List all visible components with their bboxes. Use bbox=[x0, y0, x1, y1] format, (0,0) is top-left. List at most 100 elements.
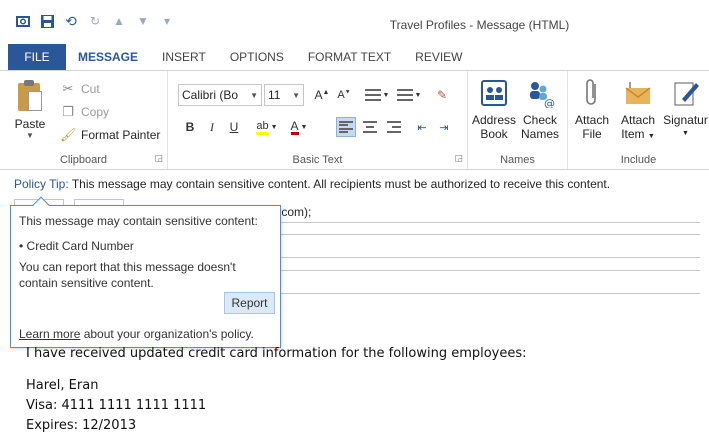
popup-footer: Learn more about your organization's pol… bbox=[19, 327, 254, 341]
signature-icon bbox=[670, 77, 702, 109]
decrease-indent-icon: ⇤ bbox=[417, 121, 427, 134]
copy-icon: ❐ bbox=[62, 104, 74, 119]
font-color-icon: A bbox=[290, 118, 299, 135]
attach-file-label-line2: File bbox=[582, 127, 602, 141]
numbering-button[interactable]: ▼ bbox=[394, 85, 424, 105]
paste-button[interactable]: Paste ▼ bbox=[10, 77, 50, 143]
align-right-icon bbox=[387, 121, 401, 133]
tab-insert[interactable]: INSERT bbox=[150, 44, 218, 70]
chevron-down-icon: ▼ bbox=[647, 133, 655, 140]
names-group: Address Book @ Check Names Names bbox=[468, 71, 568, 169]
card-expiry: Expires: 12/2013 bbox=[26, 418, 137, 433]
shrink-font-icon: A▼ bbox=[337, 89, 351, 101]
chevron-down-icon: ▼ bbox=[682, 130, 689, 137]
learn-more-link[interactable]: Learn more bbox=[19, 327, 80, 341]
tab-options[interactable]: OPTIONS bbox=[218, 44, 296, 70]
title-bar: ⟲ ↻ ▲ ▼ ▾ Travel Profiles - Message (HTM… bbox=[0, 0, 709, 44]
cut-button[interactable]: ✂ Cut bbox=[60, 79, 100, 99]
decrease-indent-button[interactable]: ⇤ bbox=[412, 117, 432, 137]
signature-label: Signatur bbox=[663, 113, 708, 127]
copy-button[interactable]: ❐ Copy bbox=[60, 102, 109, 122]
align-left-button[interactable] bbox=[336, 117, 356, 137]
to-field-value[interactable]: .com); bbox=[278, 205, 311, 219]
paste-icon bbox=[16, 79, 44, 113]
address-book-label-line2: Book bbox=[480, 127, 508, 141]
attach-item-label-line1: Attach bbox=[620, 113, 656, 127]
italic-button[interactable]: I bbox=[202, 117, 222, 137]
align-left-icon bbox=[339, 121, 353, 133]
font-name-select[interactable]: Calibri (Bo ▼ bbox=[178, 84, 262, 106]
bold-button[interactable]: B bbox=[180, 117, 200, 137]
check-names-icon: @ bbox=[524, 77, 556, 109]
align-center-icon bbox=[363, 121, 377, 133]
svg-text:@: @ bbox=[544, 97, 555, 108]
policy-tip-popup: This message may contain sensitive conte… bbox=[10, 196, 281, 348]
paperclip-icon bbox=[576, 77, 608, 109]
align-center-button[interactable] bbox=[360, 117, 380, 137]
popup-header: This message may contain sensitive conte… bbox=[19, 214, 258, 228]
address-book-label-line1: Address bbox=[472, 113, 517, 127]
underline-button[interactable]: U bbox=[224, 117, 244, 137]
tab-format-text[interactable]: FORMAT TEXT bbox=[296, 44, 403, 70]
signature-button[interactable]: Signatur ▼ bbox=[662, 77, 709, 141]
message-body[interactable]: I have received updated credit card info… bbox=[26, 344, 527, 436]
shrink-font-button[interactable]: A▼ bbox=[334, 85, 354, 105]
bullets-button[interactable]: ▼ bbox=[362, 85, 392, 105]
attach-file-button[interactable]: Attach File bbox=[572, 77, 612, 141]
employee-name: Harel, Eran bbox=[26, 378, 99, 393]
bullets-icon bbox=[364, 89, 381, 101]
attach-item-label-line2: Item ▼ bbox=[621, 127, 655, 141]
grow-font-icon: A▲ bbox=[314, 88, 330, 102]
font-size-select[interactable]: 11 ▼ bbox=[264, 84, 304, 106]
highlighter-icon: ab bbox=[256, 120, 269, 135]
dialog-launcher-icon[interactable]: ◲ bbox=[454, 153, 463, 164]
include-group-label: Include bbox=[620, 154, 657, 166]
body-intro: I have received updated credit card info… bbox=[26, 346, 527, 361]
address-book-button[interactable]: Address Book bbox=[472, 77, 516, 141]
numbering-icon bbox=[396, 89, 413, 101]
dialog-launcher-icon[interactable]: ◲ bbox=[154, 153, 163, 164]
policy-tip-text: This message may contain sensitive conte… bbox=[71, 177, 611, 191]
tab-message[interactable]: MESSAGE bbox=[66, 44, 150, 70]
check-names-button[interactable]: @ Check Names bbox=[518, 77, 562, 141]
policy-footer-text: about your organization's policy. bbox=[80, 327, 254, 341]
policy-tip-title: Policy Tip: bbox=[14, 177, 69, 191]
paste-dropdown-icon[interactable]: ▼ bbox=[10, 131, 50, 140]
clipboard-group: Paste ▼ ✂ Cut ❐ Copy 🖌 Format Painter Cl… bbox=[0, 71, 168, 169]
tab-review[interactable]: REVIEW bbox=[403, 44, 474, 70]
attach-file-label-line1: Attach bbox=[574, 113, 610, 127]
clipboard-group-label: Clipboard bbox=[59, 154, 108, 166]
paste-label: Paste bbox=[14, 117, 46, 131]
attach-item-button[interactable]: Attach Item ▼ bbox=[616, 77, 660, 144]
report-button[interactable]: Report bbox=[224, 292, 275, 314]
scissors-icon: ✂ bbox=[62, 81, 74, 96]
include-group: Attach File Attach Item ▼ Signatur ▼ Inc… bbox=[568, 71, 709, 169]
names-group-label: Names bbox=[500, 154, 535, 166]
basic-text-group: Calibri (Bo ▼ 11 ▼ A▲ A▼ ▼ ▼ ✎ B I U ab ▼… bbox=[168, 71, 468, 169]
chevron-down-icon: ▼ bbox=[292, 90, 300, 100]
copy-label: Copy bbox=[81, 105, 110, 119]
clear-formatting-button[interactable]: ✎ bbox=[432, 85, 452, 105]
font-size-value: 11 bbox=[268, 88, 281, 102]
address-book-icon bbox=[478, 77, 510, 109]
policy-tip-bar[interactable]: Policy Tip: This message may contain sen… bbox=[14, 177, 610, 191]
font-name-value: Calibri (Bo bbox=[182, 88, 239, 102]
window-title: Travel Profiles - Message (HTML) bbox=[389, 18, 570, 32]
eraser-icon: ✎ bbox=[436, 88, 448, 102]
tab-file[interactable]: FILE bbox=[8, 44, 66, 70]
grow-font-button[interactable]: A▲ bbox=[312, 85, 332, 105]
increase-indent-button[interactable]: ⇥ bbox=[434, 117, 454, 137]
align-right-button[interactable] bbox=[384, 117, 404, 137]
highlight-button[interactable]: ab ▼ bbox=[252, 117, 282, 137]
font-color-button[interactable]: A ▼ bbox=[284, 117, 314, 137]
ribbon-tabs: FILE MESSAGE INSERT OPTIONS FORMAT TEXT … bbox=[0, 44, 709, 70]
basic-text-group-label: Basic Text bbox=[292, 154, 343, 166]
format-painter-button[interactable]: 🖌 Format Painter bbox=[60, 125, 160, 145]
report-description: You can report that this message doesn't… bbox=[19, 260, 236, 290]
ribbon: Paste ▼ ✂ Cut ❐ Copy 🖌 Format Painter Cl… bbox=[0, 70, 709, 170]
check-names-label-line1: Check bbox=[522, 113, 557, 127]
paintbrush-icon: 🖌 bbox=[60, 127, 77, 142]
sensitive-info-item: • Credit Card Number bbox=[19, 239, 134, 253]
card-number: Visa: 4111 1111 1111 1111 bbox=[26, 398, 207, 413]
format-painter-label: Format Painter bbox=[81, 128, 161, 142]
